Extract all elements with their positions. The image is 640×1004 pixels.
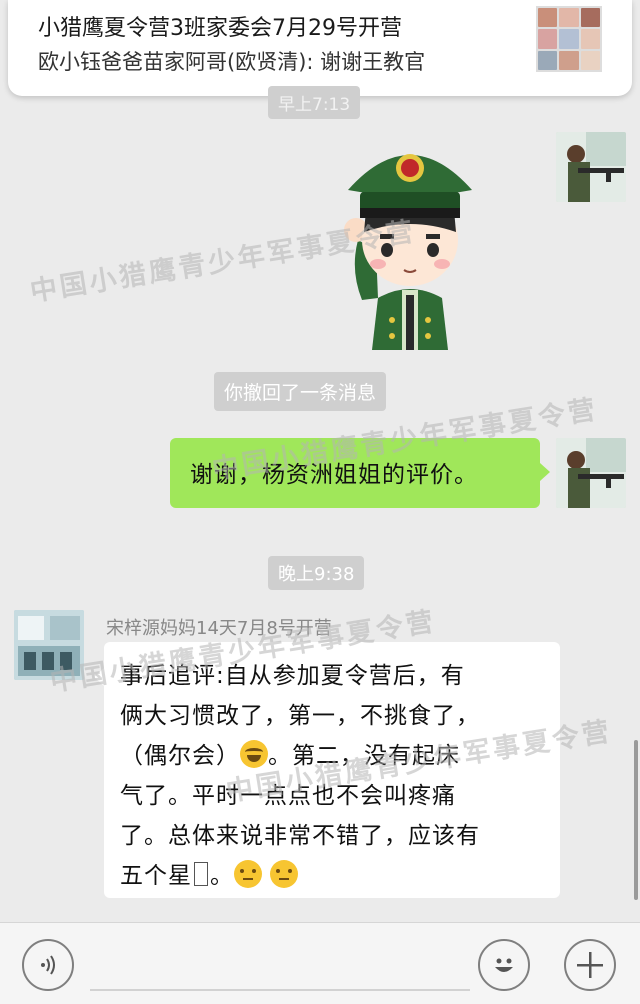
message-line-with-emoji: 五个星。 — [120, 856, 544, 896]
notification-banner[interactable]: 小猎鹰夏令营3班家委会7月29号开营 欧小钰爸爸苗家阿哥(欧贤清): 谢谢王教官 — [8, 0, 632, 96]
recalled-notice: 你撤回了一条消息 — [214, 372, 387, 411]
message-input[interactable] — [90, 989, 470, 991]
voice-icon[interactable] — [22, 939, 74, 991]
thinking-emoji-icon — [234, 860, 262, 888]
message-line: 了。总体来说非常不错了，应该有 — [120, 823, 480, 849]
laughing-tears-emoji-icon — [240, 740, 268, 768]
my-avatar-2[interactable] — [556, 438, 626, 508]
thinking-emoji-icon — [270, 860, 299, 888]
scrollbar[interactable] — [634, 740, 638, 900]
message-line-with-emoji: （偶尔会） 。第二，没有起床 — [120, 736, 544, 776]
notification-message: 欧小钰爸爸苗家阿哥(欧贤清): 谢谢王教官 — [38, 50, 426, 74]
sent-message-bubble[interactable]: 谢谢，杨资洲姐姐的评价。 — [170, 438, 550, 508]
message-line: 气了。平时一点点也不会叫疼痛 — [120, 783, 456, 809]
message-line: 事后追评:自从参加夏令营后，有 — [120, 663, 465, 689]
notification-title: 小猎鹰夏令营3班家委会7月29号开营 — [38, 16, 402, 41]
group-avatar — [536, 6, 602, 72]
my-avatar[interactable] — [556, 132, 626, 202]
chat-timestamp: 晚上9:38 — [268, 556, 365, 590]
emoji-icon[interactable] — [478, 939, 530, 991]
message-line: 俩大习惯改了，第一，不挑食了， — [120, 703, 480, 729]
sender-name: 宋梓源妈妈14天7月8号开营 — [106, 618, 332, 639]
sender-avatar[interactable] — [14, 610, 84, 680]
partial-timestamp: 早上7:13 — [268, 86, 361, 119]
plus-icon[interactable] — [564, 939, 616, 991]
received-message-bubble[interactable]: 事后追评:自从参加夏令营后，有 俩大习惯改了，第一，不挑食了， （偶尔会） 。第二… — [94, 642, 560, 898]
soldier-salute-sticker[interactable] — [330, 130, 490, 350]
input-bar — [0, 922, 640, 1004]
